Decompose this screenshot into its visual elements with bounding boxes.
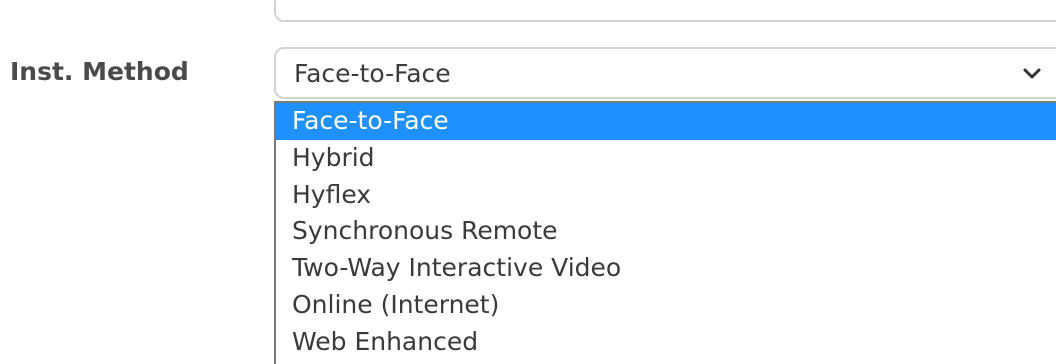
option-hyflex[interactable]: Hyflex xyxy=(276,177,1056,214)
option-hybrid[interactable]: Hybrid xyxy=(276,140,1056,177)
option-synchronous-remote[interactable]: Synchronous Remote xyxy=(276,213,1056,250)
inst-method-dropdown-list: Face-to-Face Hybrid Hyflex Synchronous R… xyxy=(274,101,1056,364)
option-web-enhanced[interactable]: Web Enhanced xyxy=(276,324,1056,361)
option-face-to-face[interactable]: Face-to-Face xyxy=(276,103,1056,140)
chevron-down-icon[interactable] xyxy=(1020,61,1044,85)
previous-field-input[interactable] xyxy=(274,0,1056,22)
option-online-internet[interactable]: Online (Internet) xyxy=(276,287,1056,324)
form-page: Inst. Method Face-to-Face Face-to-Face H… xyxy=(0,0,1056,364)
inst-method-select[interactable]: Face-to-Face xyxy=(274,47,1056,99)
inst-method-selected-value: Face-to-Face xyxy=(294,59,451,88)
option-two-way-interactive-video[interactable]: Two-Way Interactive Video xyxy=(276,250,1056,287)
inst-method-label: Inst. Method xyxy=(10,57,189,86)
